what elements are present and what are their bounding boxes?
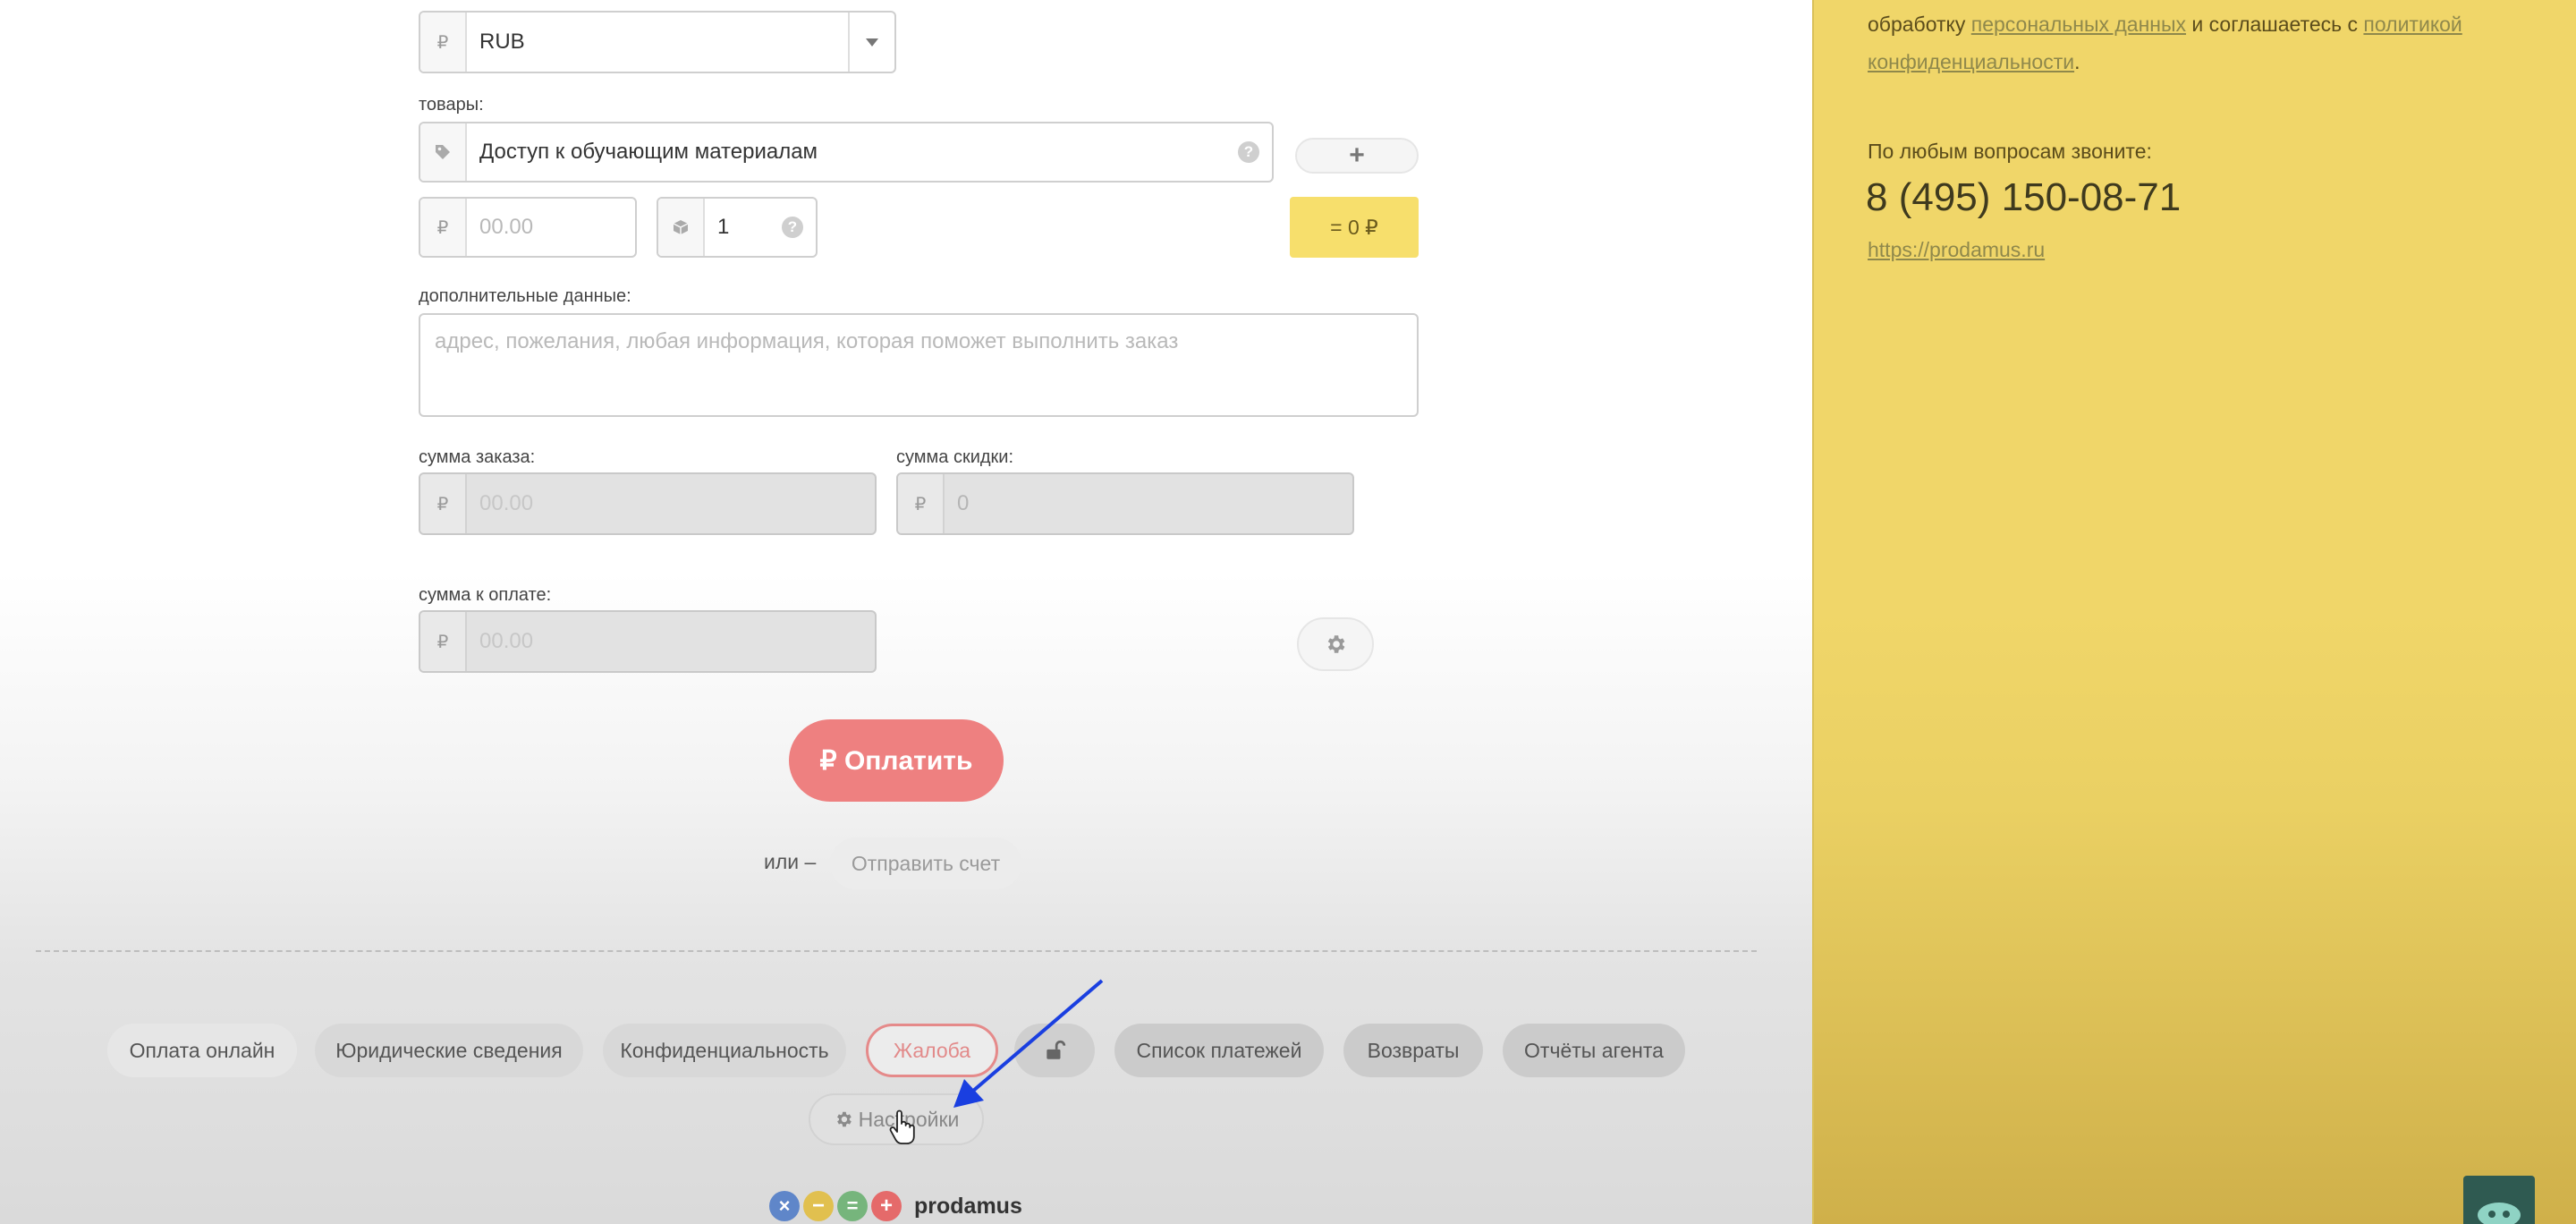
website-link[interactable]: https://prodamus.ru	[1868, 238, 2045, 262]
gear-icon	[836, 1111, 852, 1127]
line-total-badge: = 0 ₽	[1290, 197, 1419, 258]
brand-logo[interactable]: × − = + prodamus	[769, 1188, 1022, 1224]
send-invoice-button[interactable]: Отправить счет	[830, 837, 1021, 889]
chevron-down-icon[interactable]	[848, 13, 894, 72]
contact-label: По любым вопросам звоните:	[1868, 140, 2152, 163]
add-product-button[interactable]: +	[1295, 138, 1419, 174]
privacy-policy-link-2[interactable]: конфиденциальности	[1868, 50, 2074, 73]
info-sidebar: обработку персональных данных и соглашае…	[1812, 0, 2576, 1224]
help-icon[interactable]: ?	[1238, 141, 1259, 163]
or-text: или –	[764, 850, 817, 873]
currency-select[interactable]: ₽ RUB	[419, 11, 896, 73]
tag-icon	[420, 123, 467, 181]
discount-sum-label: сумма скидки:	[896, 447, 1014, 467]
form-settings-button[interactable]	[1297, 617, 1374, 671]
footer-link-label: Юридические сведения	[335, 1038, 563, 1062]
gear-icon	[1327, 635, 1345, 653]
pay-sum-label: сумма к оплате:	[419, 585, 552, 605]
brand-name: prodamus	[914, 1193, 1022, 1219]
product-price-placeholder: 00.00	[479, 215, 534, 239]
additional-data-placeholder: адрес, пожелания, любая информация, кото…	[435, 329, 1179, 353]
product-quantity-field[interactable]: 1 ?	[657, 197, 818, 258]
minus-circle-icon: −	[803, 1191, 834, 1221]
footer-link-label: Отчёты агента	[1524, 1038, 1664, 1062]
order-sum-label: сумма заказа:	[419, 447, 536, 467]
discount-sum-placeholder: 0	[957, 491, 970, 515]
footer-link-label: Возвраты	[1367, 1038, 1460, 1062]
pay-sum-field: ₽ 00.00	[419, 610, 877, 673]
send-invoice-label: Отправить счет	[851, 851, 1001, 875]
consent-line-2: конфиденциальности.	[1868, 50, 2080, 73]
order-sum-placeholder: 00.00	[479, 491, 534, 515]
pay-button-label: ₽ Оплатить	[819, 745, 973, 776]
annotation-arrow-icon	[953, 979, 1104, 1108]
consent-prefix: обработку	[1868, 13, 1966, 36]
footer-link-label: Оплата онлайн	[129, 1038, 275, 1062]
ruble-icon: ₽	[420, 474, 467, 533]
line-total-value: = 0 ₽	[1330, 215, 1378, 239]
payment-form-area: ₽ RUB товары: Доступ к обучающим материа…	[0, 0, 1812, 1224]
footer-link-legal-info[interactable]: Юридические сведения	[315, 1024, 583, 1077]
ruble-icon: ₽	[420, 13, 467, 72]
footer-divider	[36, 950, 1757, 952]
equals-circle-icon: =	[837, 1191, 868, 1221]
help-icon[interactable]: ?	[782, 217, 803, 238]
phone-number[interactable]: 8 (495) 150-08-71	[1866, 175, 2181, 220]
product-name-value: Доступ к обучающим материалам	[479, 140, 818, 164]
personal-data-link[interactable]: персональных данных	[1971, 13, 2186, 36]
consent-middle: и соглашаетесь с	[2191, 13, 2359, 36]
chat-bot-icon	[2478, 1203, 2521, 1224]
footer-link-label: Список платежей	[1136, 1038, 1302, 1062]
product-name-field[interactable]: Доступ к обучающим материалам ?	[419, 122, 1274, 183]
pay-button[interactable]: ₽ Оплатить	[789, 719, 1004, 802]
ruble-icon: ₽	[420, 199, 467, 256]
additional-data-label: дополнительные данные:	[419, 286, 631, 306]
footer-link-privacy[interactable]: Конфиденциальность	[603, 1024, 846, 1077]
consent-line-1: обработку персональных данных и соглашае…	[1868, 13, 2462, 37]
discount-sum-field: ₽ 0	[896, 472, 1354, 535]
box-icon	[658, 199, 705, 256]
ruble-icon: ₽	[898, 474, 945, 533]
footer-link-refunds[interactable]: Возвраты	[1343, 1024, 1483, 1077]
plus-circle-icon: +	[871, 1191, 902, 1221]
product-quantity-value: 1	[717, 215, 730, 239]
footer-link-agent-reports[interactable]: Отчёты агента	[1503, 1024, 1685, 1077]
close-circle-icon: ×	[769, 1191, 800, 1221]
product-price-field[interactable]: ₽ 00.00	[419, 197, 637, 258]
footer-link-label: Конфиденциальность	[620, 1038, 829, 1062]
ruble-icon: ₽	[420, 612, 467, 671]
privacy-policy-link[interactable]: политикой	[2363, 13, 2462, 36]
products-label: товары:	[419, 95, 484, 115]
hand-cursor-icon	[889, 1109, 915, 1144]
pay-sum-placeholder: 00.00	[479, 629, 534, 653]
currency-value: RUB	[479, 30, 525, 54]
plus-icon: +	[1349, 140, 1365, 170]
additional-data-textarea[interactable]: адрес, пожелания, любая информация, кото…	[419, 313, 1419, 417]
chat-widget-button[interactable]	[2463, 1176, 2535, 1224]
footer-link-payments-list[interactable]: Список платежей	[1114, 1024, 1324, 1077]
order-sum-field: ₽ 00.00	[419, 472, 877, 535]
footer-link-online-payment[interactable]: Оплата онлайн	[107, 1024, 297, 1077]
